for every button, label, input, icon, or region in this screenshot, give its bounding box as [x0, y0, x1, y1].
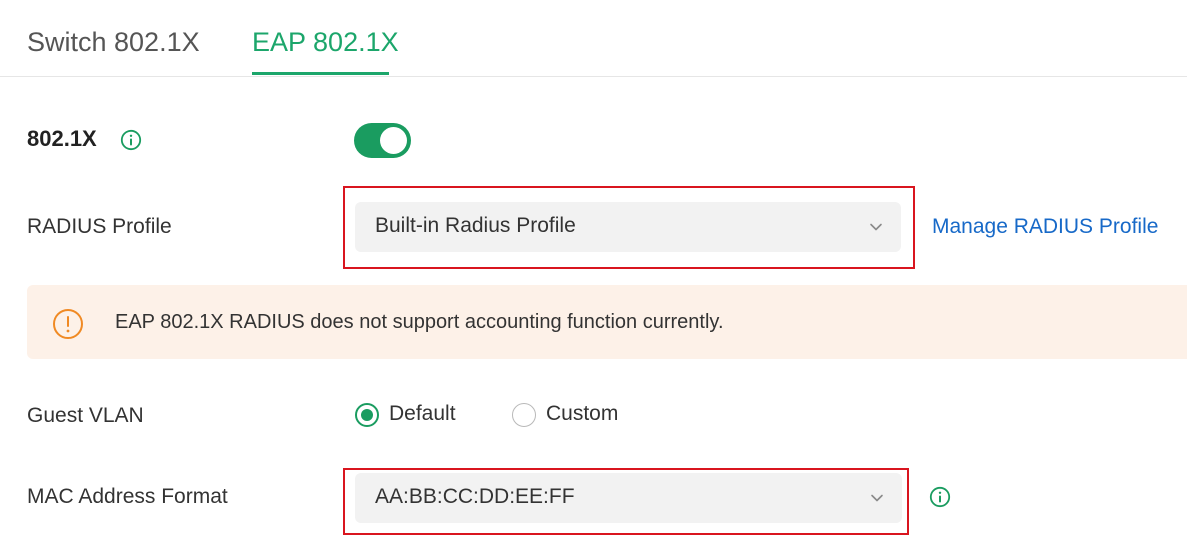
- toggle-knob: [380, 127, 407, 154]
- mac-address-format-value: AA:BB:CC:DD:EE:FF: [375, 485, 575, 508]
- info-icon[interactable]: [929, 486, 951, 508]
- dot1x-label: 802.1X: [27, 126, 97, 151]
- mac-address-format-label: MAC Address Format: [27, 485, 228, 508]
- active-tab-indicator: [252, 72, 389, 75]
- chevron-down-icon: [871, 494, 883, 502]
- chevron-down-icon: [870, 223, 882, 231]
- accounting-warning: EAP 802.1X RADIUS does not support accou…: [27, 285, 1187, 359]
- tab-bar: Switch 802.1X EAP 802.1X: [0, 0, 1187, 77]
- guest-vlan-default-radio[interactable]: [355, 403, 379, 427]
- manage-radius-profile-link[interactable]: Manage RADIUS Profile: [932, 215, 1158, 239]
- warning-text: EAP 802.1X RADIUS does not support accou…: [115, 311, 724, 333]
- tab-switch-8021x[interactable]: Switch 802.1X: [27, 24, 200, 60]
- guest-vlan-custom-radio[interactable]: [512, 403, 536, 427]
- guest-vlan-default-label: Default: [389, 402, 456, 425]
- mac-address-format-select[interactable]: AA:BB:CC:DD:EE:FF: [355, 473, 902, 523]
- tab-eap-8021x[interactable]: EAP 802.1X: [252, 24, 399, 60]
- guest-vlan-label: Guest VLAN: [27, 404, 144, 427]
- exclamation-circle-icon: [53, 309, 83, 339]
- radius-profile-label: RADIUS Profile: [27, 215, 172, 238]
- info-icon[interactable]: [120, 129, 142, 151]
- dot1x-toggle[interactable]: [354, 123, 411, 158]
- guest-vlan-custom-label: Custom: [546, 402, 619, 425]
- radius-profile-value: Built-in Radius Profile: [375, 214, 576, 237]
- radius-profile-select[interactable]: Built-in Radius Profile: [355, 202, 901, 252]
